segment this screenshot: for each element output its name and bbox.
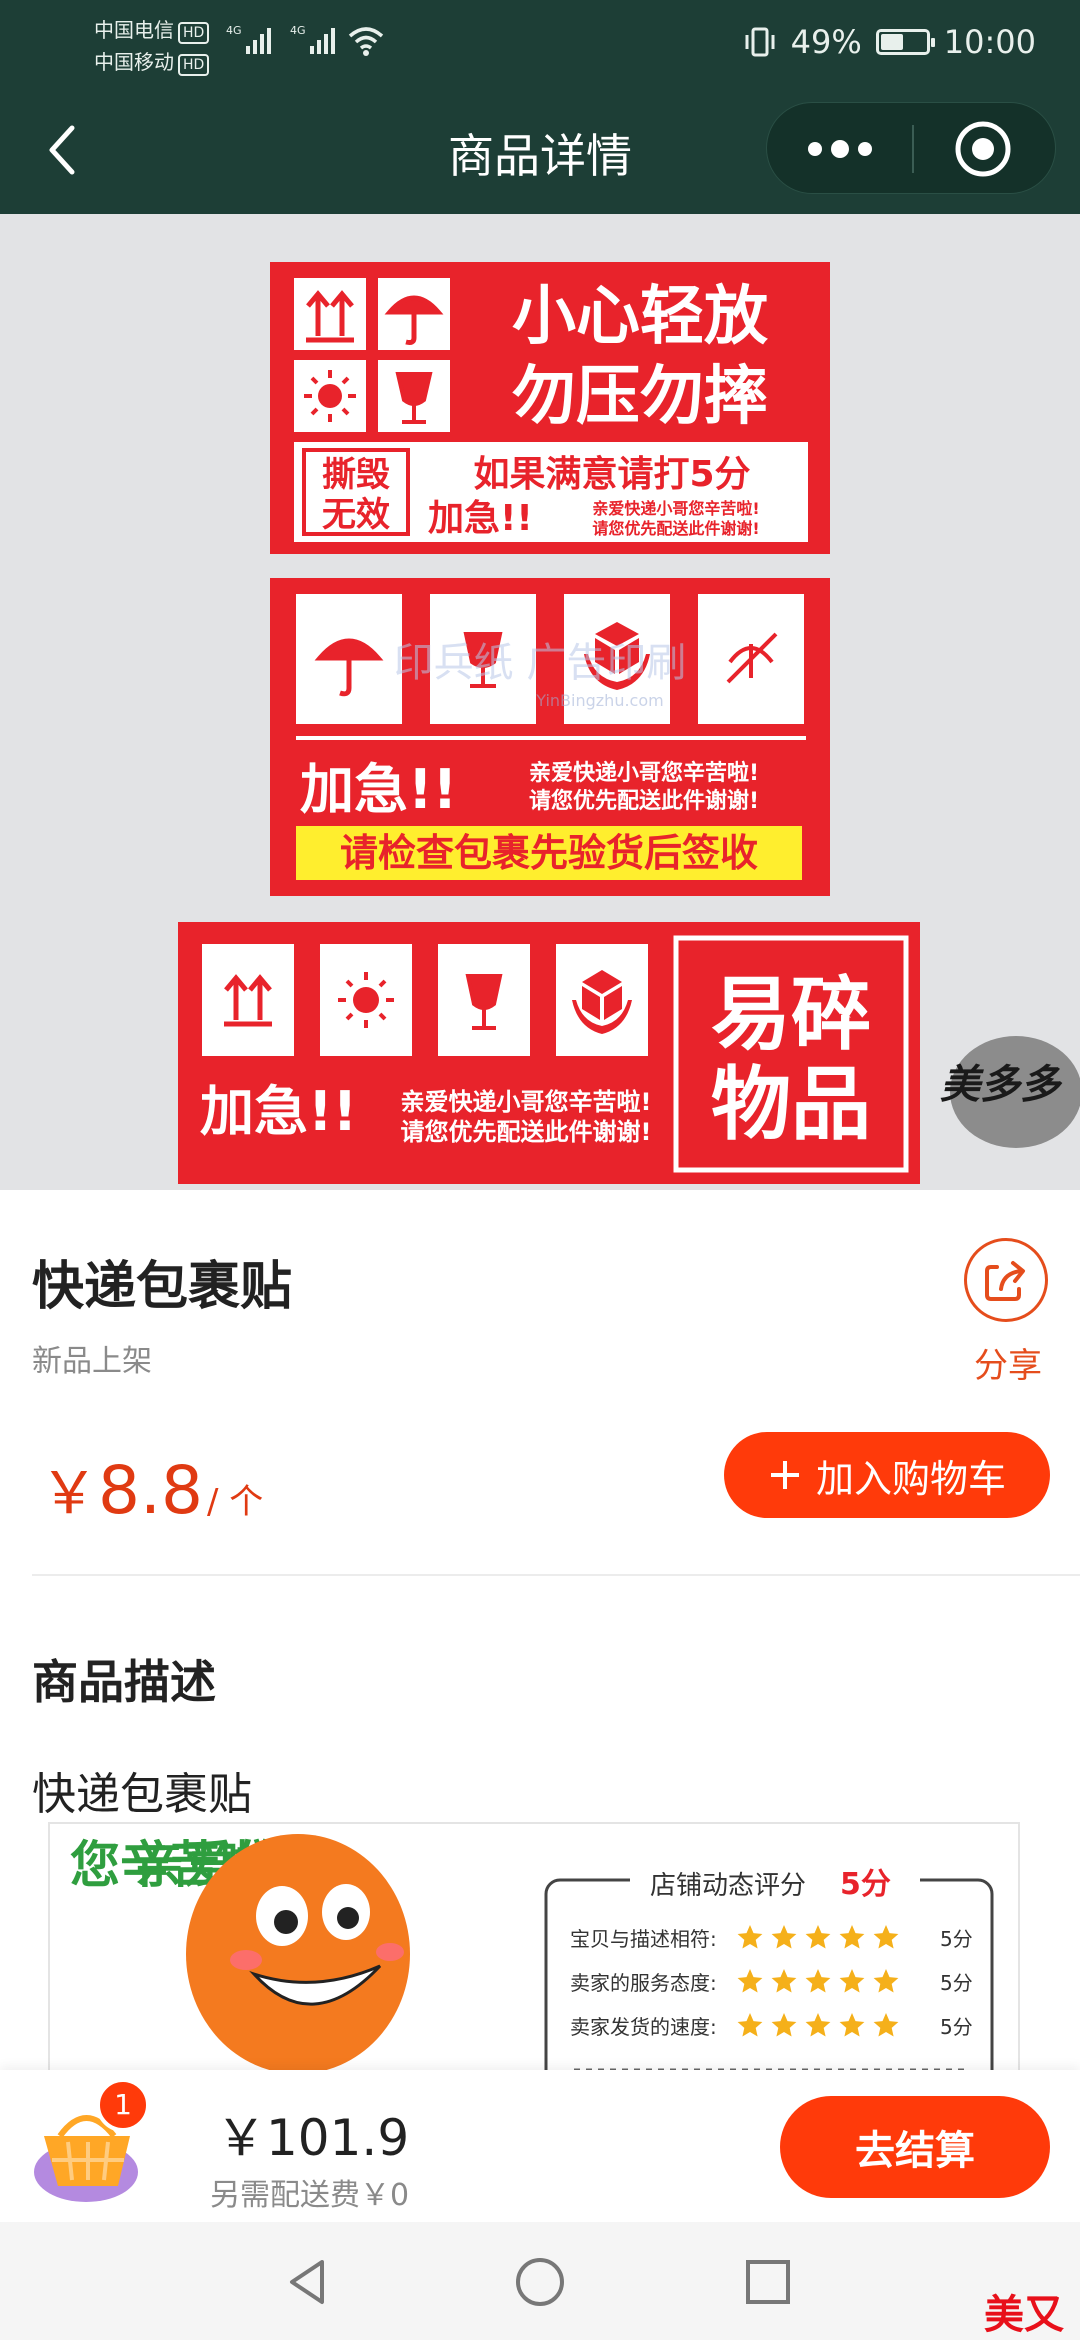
share-icon xyxy=(964,1238,1048,1322)
svg-text:请您优先配送此件谢谢!: 请您优先配送此件谢谢! xyxy=(529,788,759,814)
mini-program-capsule xyxy=(766,102,1056,194)
share-label: 分享 xyxy=(974,1346,1042,1386)
sticker-artwork: 小心轻放 勿压勿摔 撕毁 无效 如果满意请打5分 加急!! 亲爱快递小哥您辛苦啦… xyxy=(178,262,1080,1184)
svg-text:物品: 物品 xyxy=(711,1058,871,1151)
signal-icon-2: 4G xyxy=(290,24,335,54)
description-artwork: 您辛苦啦 亲爱的快 店铺动态评分 5分 宝贝与描述相符:5分卖家的服务态度:5分… xyxy=(70,1834,994,2070)
home-circle-icon[interactable] xyxy=(510,2252,570,2312)
delivery-fee: 另需配送费￥0 xyxy=(210,2178,410,2213)
plus-icon xyxy=(770,1461,799,1489)
svg-text:如果满意请打5分: 如果满意请打5分 xyxy=(473,454,750,495)
share-button[interactable]: 分享 xyxy=(964,1238,1052,1386)
description-heading: 商品描述 xyxy=(32,1655,216,1709)
svg-text:亲爱快递小哥您辛苦啦!: 亲爱快递小哥您辛苦啦! xyxy=(401,1088,652,1116)
product-info: 快递包裹贴 新品上架 分享 ￥8.8/ 个 加入购物车 xyxy=(0,1190,1080,1580)
vibrate-icon xyxy=(745,27,775,57)
svg-text:亲爱快递小哥您辛苦啦!: 亲爱快递小哥您辛苦啦! xyxy=(529,760,759,786)
product-tag: 新品上架 xyxy=(32,1344,152,1379)
product-image[interactable]: 小心轻放 勿压勿摔 撕毁 无效 如果满意请打5分 加急!! 亲爱快递小哥您辛苦啦… xyxy=(0,214,1080,1190)
svg-text:小心轻放: 小心轻放 xyxy=(512,280,768,354)
svg-text:易碎: 易碎 xyxy=(711,968,871,1061)
checkout-button[interactable]: 去结算 xyxy=(780,2096,1050,2198)
svg-text:撕毁: 撕毁 xyxy=(322,455,390,495)
add-to-cart-label: 加入购物车 xyxy=(815,1456,1006,1501)
rating-row-label: 宝贝与描述相符: xyxy=(570,1927,717,1951)
status-bar: 中国电信 HD 中国移动 HD 4G 4G 49% 10:00 xyxy=(0,0,1080,84)
clock: 10:00 xyxy=(943,23,1036,61)
cart-total: ￥101.9 xyxy=(216,2109,410,2167)
add-to-cart-button[interactable]: 加入购物车 xyxy=(724,1432,1050,1518)
svg-text:请检查包裹先验货后签收: 请检查包裹先验货后签收 xyxy=(340,831,758,875)
rating-row-label: 卖家发货的速度: xyxy=(570,2015,717,2039)
battery-percent: 49% xyxy=(790,23,862,61)
sticker-card-2: 印兵纸 广告印刷 YinBingzhu.com 加急!! 亲爱快递小哥您辛苦啦!… xyxy=(270,578,830,896)
sticker-card-1: 小心轻放 勿压勿摔 撕毁 无效 如果满意请打5分 加急!! 亲爱快递小哥您辛苦啦… xyxy=(270,262,830,554)
target-icon[interactable] xyxy=(913,103,1057,195)
svg-text:YinBingzhu.com: YinBingzhu.com xyxy=(535,691,663,710)
svg-text:请您优先配送此件谢谢!: 请您优先配送此件谢谢! xyxy=(592,519,759,538)
description-text: 快递包裹贴 xyxy=(32,1769,252,1820)
shop-logo: 美多多 xyxy=(940,1036,1080,1148)
svg-text:印兵纸 广告印刷: 印兵纸 广告印刷 xyxy=(394,640,687,686)
panel-title: 店铺动态评分 xyxy=(650,1871,806,1901)
carrier-2: 中国移动 HD xyxy=(94,46,210,76)
nav-bar: 商品详情 xyxy=(0,84,1080,214)
price-unit: / 个 xyxy=(206,1482,264,1522)
recents-square-icon[interactable] xyxy=(738,2252,798,2312)
back-triangle-icon[interactable] xyxy=(278,2252,338,2312)
rating-row-score: 5分 xyxy=(940,1927,973,1951)
svg-text:勿压勿摔: 勿压勿摔 xyxy=(512,360,768,434)
system-nav-bar xyxy=(0,2222,1080,2340)
cart-bar: 1 ￥101.9 另需配送费￥0 去结算 xyxy=(0,2070,1080,2222)
mascot xyxy=(186,1834,410,2070)
section-divider xyxy=(32,1574,1080,1576)
rating-row-score: 5分 xyxy=(940,2015,973,2039)
svg-text:加急!!: 加急!! xyxy=(200,1080,357,1143)
header: 中国电信 HD 中国移动 HD 4G 4G 49% 10:00 商品详情 xyxy=(0,0,1080,214)
battery-level xyxy=(880,34,903,50)
svg-text:加急!!: 加急!! xyxy=(300,758,457,821)
rating-row-score: 5分 xyxy=(940,1971,973,1995)
panel-score: 5分 xyxy=(840,1867,891,1902)
price-value: 8.8 xyxy=(98,1452,203,1529)
rating-panel: 店铺动态评分 5分 宝贝与描述相符: 5分卖家的服务态度: 5分卖家发货的速度: 5分 xyxy=(544,1862,994,2070)
svg-text:亲爱快递小哥您辛苦啦!: 亲爱快递小哥您辛苦啦! xyxy=(592,499,759,518)
description-image[interactable]: 您辛苦啦 亲爱的快 店铺动态评分 5分 宝贝与描述相符:5分卖家的服务态度:5分… xyxy=(48,1822,1020,2072)
battery-icon xyxy=(875,29,935,55)
svg-text:4G: 4G xyxy=(226,24,242,37)
wifi-icon xyxy=(348,27,384,56)
page: 中国电信 HD 中国移动 HD 4G 4G 49% 10:00 商品详情 小心轻… xyxy=(0,0,1080,2340)
status-right: 49% 10:00 xyxy=(743,20,1036,64)
svg-text:美多多: 美多多 xyxy=(940,1062,1063,1108)
svg-text:4G: 4G xyxy=(290,24,306,37)
svg-text:加急!!: 加急!! xyxy=(428,498,533,539)
watermark: 美又多 xyxy=(984,2292,1064,2338)
product-price: ￥8.8/ 个 xyxy=(40,1446,263,1530)
cart-count-badge: 1 xyxy=(96,2078,150,2132)
signal-icon: 4G xyxy=(226,24,271,54)
sticker-card-3: 加急!! 亲爱快递小哥您辛苦啦! 请您优先配送此件谢谢! 易碎 物品 xyxy=(178,922,920,1184)
rating-row-label: 卖家的服务态度: xyxy=(570,1971,717,1995)
svg-text:请您优先配送此件谢谢!: 请您优先配送此件谢谢! xyxy=(401,1118,652,1146)
price-currency: ￥ xyxy=(40,1459,99,1527)
carrier-1: 中国电信 HD xyxy=(94,14,210,44)
more-dots-icon[interactable] xyxy=(767,103,912,195)
product-name: 快递包裹贴 xyxy=(32,1257,293,1317)
svg-text:无效: 无效 xyxy=(322,495,390,535)
